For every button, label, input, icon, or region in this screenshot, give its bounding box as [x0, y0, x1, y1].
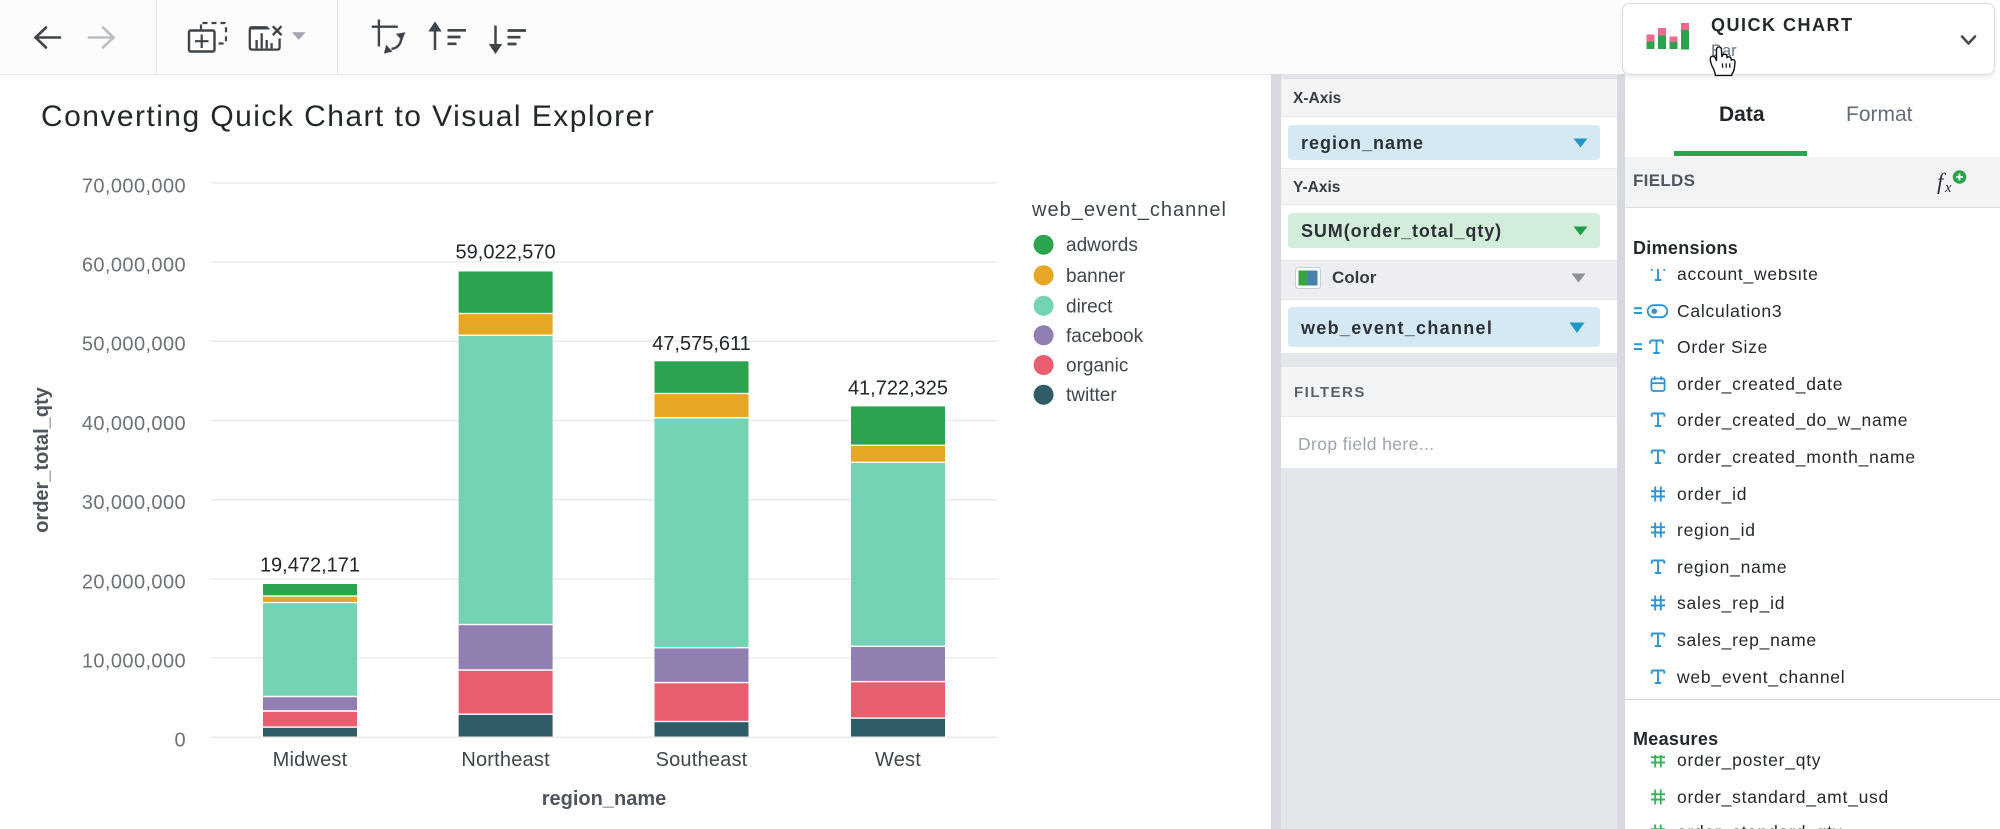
svg-text:region_name: region_name: [542, 788, 666, 810]
svg-text:facebook: facebook: [1066, 326, 1144, 347]
svg-text:30,000,000: 30,000,000: [82, 492, 186, 514]
svg-text:60,000,000: 60,000,000: [82, 255, 186, 277]
svg-text:x: x: [1944, 180, 1952, 194]
svg-text:70,000,000: 70,000,000: [82, 175, 186, 197]
svg-text:20,000,000: 20,000,000: [82, 571, 186, 593]
svg-text:order_total_qty: order_total_qty: [31, 386, 53, 532]
svg-text:Northeast: Northeast: [461, 749, 550, 771]
svg-text:Midwest: Midwest: [273, 749, 348, 771]
svg-text:adwords: adwords: [1066, 235, 1138, 256]
svg-text:59,022,570: 59,022,570: [456, 242, 556, 264]
svg-text:0: 0: [174, 730, 186, 752]
svg-text:47,575,611: 47,575,611: [652, 333, 751, 355]
svg-text:40,000,000: 40,000,000: [82, 413, 186, 435]
svg-text:19,472,171: 19,472,171: [260, 555, 360, 577]
svg-text:West: West: [875, 749, 921, 771]
svg-text:Southeast: Southeast: [656, 749, 748, 771]
svg-text:10,000,000: 10,000,000: [82, 651, 186, 673]
svg-text:50,000,000: 50,000,000: [82, 334, 186, 356]
svg-text:41,722,325: 41,722,325: [848, 377, 948, 399]
svg-text:organic: organic: [1066, 356, 1128, 377]
svg-text:twitter: twitter: [1066, 385, 1117, 406]
svg-text:banner: banner: [1066, 266, 1126, 287]
svg-text:direct: direct: [1066, 296, 1113, 317]
